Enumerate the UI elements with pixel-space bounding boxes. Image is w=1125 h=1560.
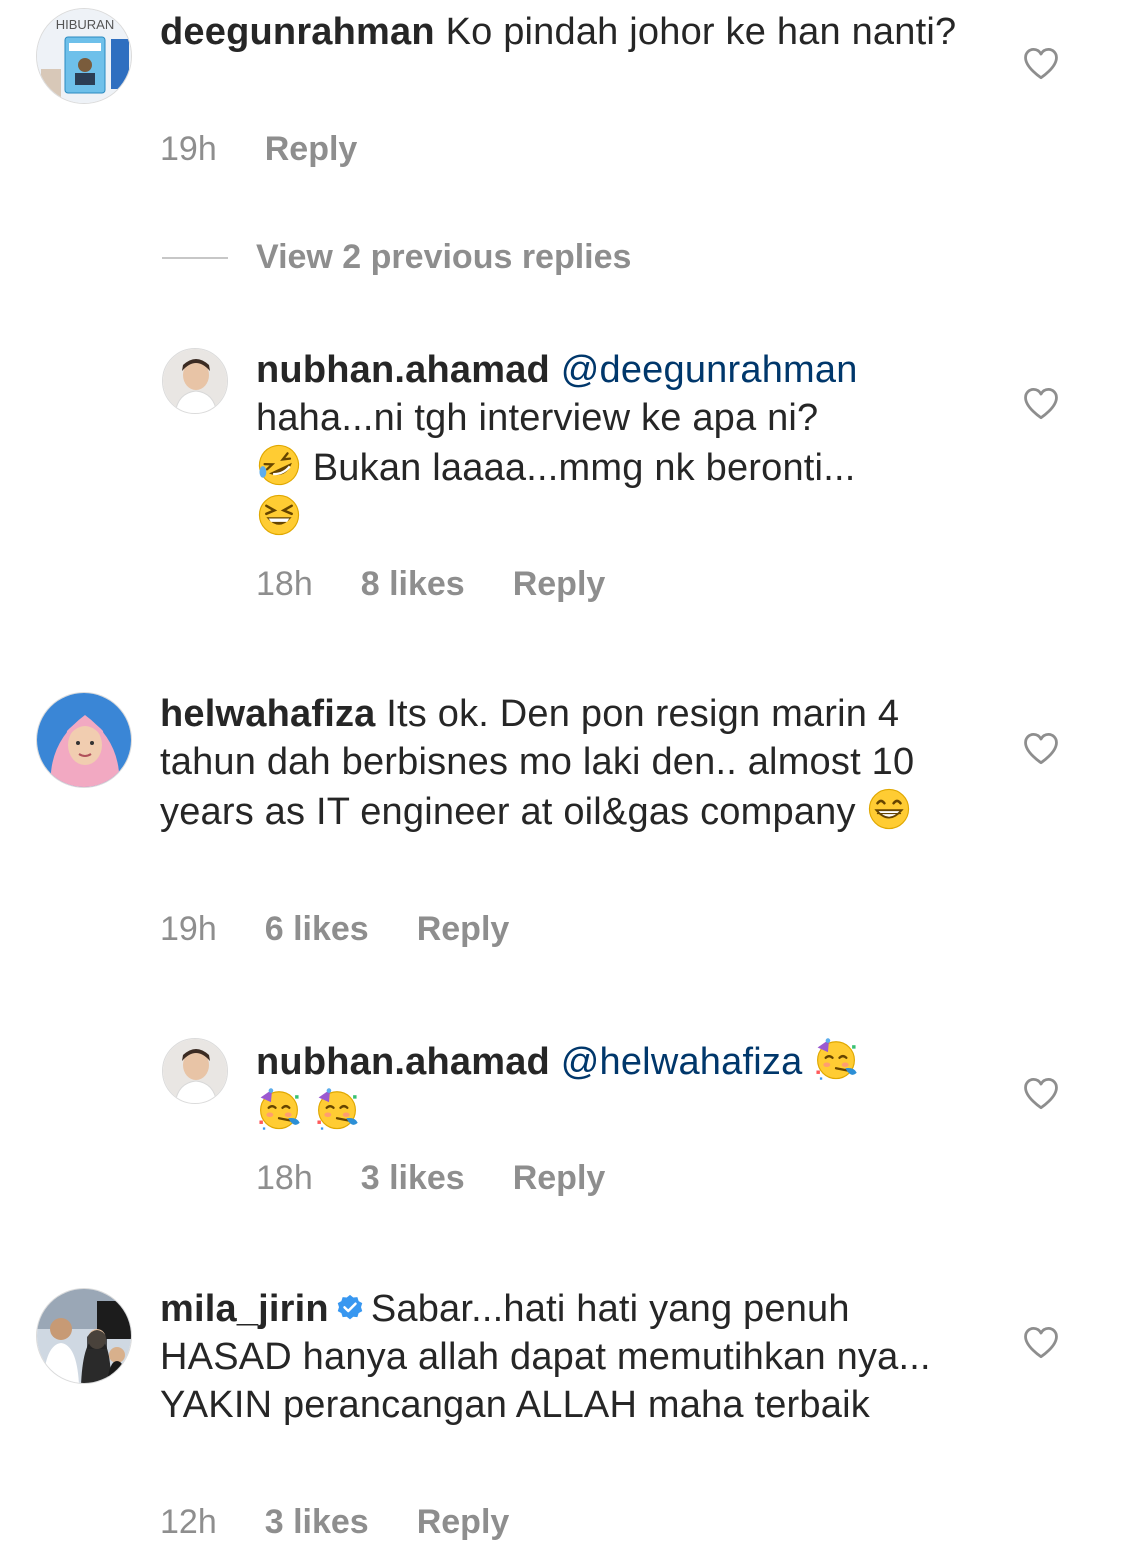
avatar[interactable] xyxy=(36,692,132,788)
reply-text-2: Bukan laaaa...mmg nk beronti... xyxy=(312,447,856,489)
comment-meta: 12h 3 likes Reply xyxy=(160,1503,557,1542)
like-heart-icon[interactable] xyxy=(1022,731,1060,765)
reply-button[interactable]: Reply xyxy=(513,565,606,604)
reply-meta: 18h 8 likes Reply xyxy=(256,565,653,604)
comment-username[interactable]: mila_jirin xyxy=(160,1288,329,1330)
like-heart-icon[interactable] xyxy=(1022,46,1060,80)
comment-body: deegunrahman Ko pindah johor ke han nant… xyxy=(160,8,980,56)
comment-meta: 19h 6 likes Reply xyxy=(160,910,557,949)
avatar-image xyxy=(37,693,131,787)
comment-likes[interactable]: 6 likes xyxy=(265,910,369,949)
partying-face-emoji-icon xyxy=(314,1086,360,1132)
avatar-label: HIBURAN xyxy=(56,17,115,32)
verified-badge-icon xyxy=(337,1294,363,1320)
comment-time: 12h xyxy=(160,1503,217,1541)
like-heart-icon[interactable] xyxy=(1022,1325,1060,1359)
reply-mention[interactable]: @deegunrahman xyxy=(561,349,858,391)
like-heart-icon[interactable] xyxy=(1022,1076,1060,1110)
like-heart-icon[interactable] xyxy=(1022,386,1060,420)
reply-body: nubhan.ahamad @deegunrahman haha...ni tg… xyxy=(256,346,976,542)
comment-body: mila_jirin Sabar...hati hati yang penuh … xyxy=(160,1285,980,1429)
comment-meta: 19h Reply xyxy=(160,130,405,169)
reply-mention[interactable]: @helwahafiza xyxy=(561,1041,803,1083)
reply-text: haha...ni tgh interview ke apa ni? xyxy=(256,397,819,439)
grin-emoji-icon xyxy=(866,786,912,832)
avatar-image xyxy=(163,1039,227,1103)
reply-username[interactable]: nubhan.ahamad xyxy=(256,349,550,391)
comment-body: helwahafiza Its ok. Den pon resign marin… xyxy=(160,690,970,836)
comment-username[interactable]: helwahafiza xyxy=(160,693,376,735)
avatar[interactable] xyxy=(36,1288,132,1384)
comment-username[interactable]: deegunrahman xyxy=(160,11,435,53)
comment-text: Ko pindah johor ke han nanti? xyxy=(445,11,957,53)
reply-likes[interactable]: 8 likes xyxy=(361,565,465,604)
avatar-image: HIBURAN xyxy=(37,9,131,103)
reply-time: 18h xyxy=(256,565,313,603)
reply-meta: 18h 3 likes Reply xyxy=(256,1159,653,1198)
avatar[interactable]: HIBURAN xyxy=(36,8,132,104)
reply-time: 18h xyxy=(256,1159,313,1197)
grin-squint-emoji-icon xyxy=(256,492,302,538)
avatar[interactable] xyxy=(162,348,228,414)
reply-button[interactable]: Reply xyxy=(417,1503,510,1542)
reply-username[interactable]: nubhan.ahamad xyxy=(256,1041,550,1083)
partying-face-emoji-icon xyxy=(256,1086,302,1132)
comment-likes[interactable]: 3 likes xyxy=(265,1503,369,1542)
view-previous-replies-label[interactable]: View 2 previous replies xyxy=(256,238,631,277)
reply-likes[interactable]: 3 likes xyxy=(361,1159,465,1198)
avatar[interactable] xyxy=(162,1038,228,1104)
comment-time: 19h xyxy=(160,130,217,168)
rofl-emoji-icon xyxy=(256,442,302,488)
reply-button[interactable]: Reply xyxy=(265,130,358,169)
reply-body: nubhan.ahamad @helwahafiza xyxy=(256,1036,976,1136)
comment-time: 19h xyxy=(160,910,217,948)
reply-button[interactable]: Reply xyxy=(417,910,510,949)
partying-face-emoji-icon xyxy=(813,1036,859,1082)
avatar-image xyxy=(37,1289,131,1383)
avatar-image xyxy=(163,349,227,413)
reply-button[interactable]: Reply xyxy=(513,1159,606,1198)
divider-line xyxy=(162,257,228,259)
